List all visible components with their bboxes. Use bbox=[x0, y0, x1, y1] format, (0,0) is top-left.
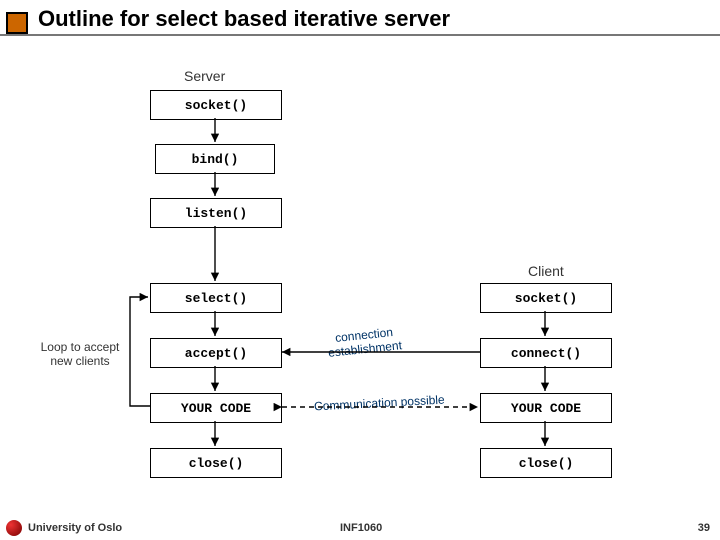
server-close-box: close() bbox=[150, 448, 282, 478]
server-yourcode-box: YOUR CODE bbox=[150, 393, 282, 423]
server-heading: Server bbox=[184, 68, 225, 84]
server-accept-box: accept() bbox=[150, 338, 282, 368]
footer-org: University of Oslo bbox=[28, 522, 122, 534]
loop-annotation: Loop to accept new clients bbox=[30, 340, 130, 368]
server-socket-box: socket() bbox=[150, 90, 282, 120]
comm-annotation: Communication possible bbox=[314, 393, 445, 414]
logo-icon bbox=[6, 520, 22, 536]
server-select-box: select() bbox=[150, 283, 282, 313]
client-yourcode-box: YOUR CODE bbox=[480, 393, 612, 423]
server-bind-box: bind() bbox=[155, 144, 275, 174]
client-socket-box: socket() bbox=[480, 283, 612, 313]
arrows-layer bbox=[0, 0, 720, 540]
page-title: Outline for select based iterative serve… bbox=[38, 6, 450, 32]
client-connect-box: connect() bbox=[480, 338, 612, 368]
client-close-box: close() bbox=[480, 448, 612, 478]
title-bar: Outline for select based iterative serve… bbox=[0, 6, 720, 40]
client-heading: Client bbox=[528, 263, 564, 279]
footer-page: 39 bbox=[698, 522, 710, 534]
footer-course: INF1060 bbox=[340, 522, 382, 534]
title-underline bbox=[0, 34, 720, 36]
title-bullet-icon bbox=[6, 12, 28, 34]
slide: Outline for select based iterative serve… bbox=[0, 0, 720, 540]
server-listen-box: listen() bbox=[150, 198, 282, 228]
